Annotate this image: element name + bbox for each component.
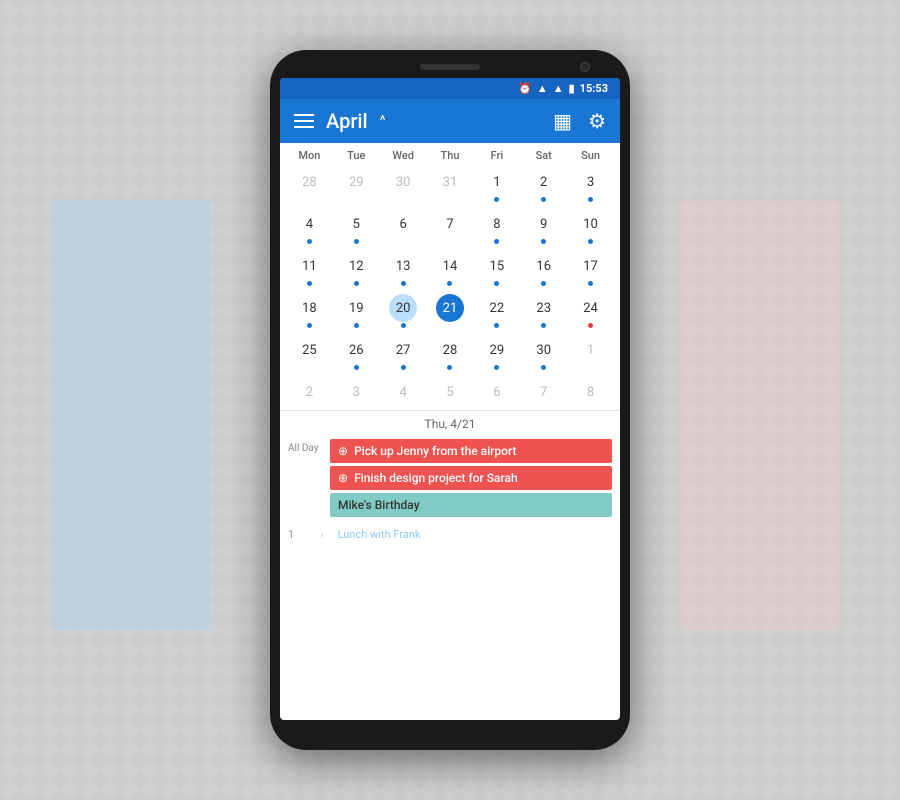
calendar-day[interactable]: 2	[520, 164, 567, 206]
calendar-day[interactable]: 8	[567, 374, 614, 410]
events-section: All Day ⊕ Pick up Jenny from the airport…	[280, 435, 620, 720]
shadow-right	[680, 200, 840, 630]
calendar-week-5: 25 26 27 28 29 30 1	[286, 332, 614, 374]
time-event-label-1[interactable]: Lunch with Frank	[332, 525, 427, 544]
event-label-2: Finish design project for Sarah	[354, 471, 518, 485]
calendar-day[interactable]: 7	[520, 374, 567, 410]
time-row-1: 1 › Lunch with Frank	[288, 525, 612, 544]
calendar-view-icon[interactable]: ▦	[553, 109, 572, 133]
calendar-day[interactable]: 8	[473, 206, 520, 248]
calendar-week-2: 4 5 6 7 8 9 10	[286, 206, 614, 248]
calendar-day[interactable]: 6	[380, 206, 427, 248]
day-header-sat: Sat	[520, 149, 567, 162]
chevron-right-icon: ›	[320, 528, 324, 542]
calendar-day[interactable]: 4	[286, 206, 333, 248]
calendar-day[interactable]: 12	[333, 248, 380, 290]
calendar-day[interactable]: 1	[473, 164, 520, 206]
phone-shell: ⏰ ▲ ▲ ▮ 15:53 April ^ ▦ ⚙	[270, 50, 630, 750]
time-label-1: 1	[288, 528, 312, 541]
hamburger-menu-icon[interactable]	[294, 114, 314, 128]
calendar-day[interactable]: 19	[333, 290, 380, 332]
day-headers: Mon Tue Wed Thu Fri Sat Sun	[286, 143, 614, 164]
calendar-day[interactable]: 23	[520, 290, 567, 332]
status-bar: ⏰ ▲ ▲ ▮ 15:53	[280, 78, 620, 99]
settings-icon[interactable]: ⚙	[588, 109, 606, 133]
calendar-day[interactable]: 13	[380, 248, 427, 290]
calendar-day[interactable]: 15	[473, 248, 520, 290]
calendar-day[interactable]: 30	[380, 164, 427, 206]
clock-display: 15:53	[580, 82, 608, 95]
day-header-thu: Thu	[427, 149, 474, 162]
day-header-tue: Tue	[333, 149, 380, 162]
status-icons: ⏰ ▲ ▲ ▮ 15:53	[518, 82, 608, 95]
chevron-up-icon[interactable]: ^	[380, 113, 386, 129]
toolbar-right: ▦ ⚙	[553, 109, 606, 133]
date-divider: Thu, 4/21	[280, 410, 620, 435]
toolbar-left: April ^	[294, 109, 385, 133]
calendar-day[interactable]: 7	[427, 206, 474, 248]
calendar-day[interactable]: 11	[286, 248, 333, 290]
day-header-wed: Wed	[380, 149, 427, 162]
calendar-day[interactable]: 29	[473, 332, 520, 374]
phone-screen: ⏰ ▲ ▲ ▮ 15:53 April ^ ▦ ⚙	[280, 78, 620, 720]
alarm-icon: ⏰	[518, 82, 532, 95]
day-header-mon: Mon	[286, 149, 333, 162]
all-day-row: All Day ⊕ Pick up Jenny from the airport…	[280, 435, 620, 521]
calendar-day[interactable]: 3	[333, 374, 380, 410]
event-birthday[interactable]: Mike's Birthday	[330, 493, 612, 517]
calendar-week-3: 11 12 13 14 15 16 17	[286, 248, 614, 290]
calendar-week-1: 28 29 30 31 1 2 3	[286, 164, 614, 206]
calendar-day[interactable]: 10	[567, 206, 614, 248]
calendar-day[interactable]: 28	[286, 164, 333, 206]
calendar-day[interactable]: 16	[520, 248, 567, 290]
event-finish-design[interactable]: ⊕ Finish design project for Sarah	[330, 466, 612, 490]
event-label-3: Mike's Birthday	[338, 498, 420, 512]
calendar-day[interactable]: 17	[567, 248, 614, 290]
calendar-week-4: 18 19 20 21 22 23 24	[286, 290, 614, 332]
calendar-day[interactable]: 18	[286, 290, 333, 332]
battery-icon: ▮	[569, 82, 575, 95]
day-header-sun: Sun	[567, 149, 614, 162]
calendar-day[interactable]: 31	[427, 164, 474, 206]
event-icon-1: ⊕	[338, 444, 348, 458]
calendar-weeks: 28 29 30 31 1 2 3 4 5 6 7 8 9 10	[286, 164, 614, 410]
phone-camera	[580, 62, 590, 72]
calendar-day-20[interactable]: 20	[380, 290, 427, 332]
signal-icon: ▲	[553, 82, 564, 95]
calendar-day[interactable]: 1	[567, 332, 614, 374]
calendar-day[interactable]: 24	[567, 290, 614, 332]
month-title: April	[326, 109, 368, 133]
phone-top-bar	[280, 64, 620, 78]
calendar-day[interactable]: 28	[427, 332, 474, 374]
event-pickup-jenny[interactable]: ⊕ Pick up Jenny from the airport	[330, 439, 612, 463]
calendar-day[interactable]: 5	[427, 374, 474, 410]
calendar-day[interactable]: 3	[567, 164, 614, 206]
calendar-day-today[interactable]: 21	[427, 290, 474, 332]
calendar-day[interactable]: 27	[380, 332, 427, 374]
event-icon-2: ⊕	[338, 471, 348, 485]
calendar-day[interactable]: 25	[286, 332, 333, 374]
all-day-events: ⊕ Pick up Jenny from the airport ⊕ Finis…	[330, 439, 612, 517]
calendar-day[interactable]: 6	[473, 374, 520, 410]
all-day-label: All Day	[288, 439, 324, 454]
calendar-week-6: 2 3 4 5 6 7 8	[286, 374, 614, 410]
calendar-day[interactable]: 29	[333, 164, 380, 206]
calendar-day[interactable]: 26	[333, 332, 380, 374]
shadow-left	[50, 200, 210, 630]
day-header-fri: Fri	[473, 149, 520, 162]
time-events: 1 › Lunch with Frank	[280, 521, 620, 548]
calendar-day[interactable]: 2	[286, 374, 333, 410]
calendar-day[interactable]: 22	[473, 290, 520, 332]
wifi-icon: ▲	[537, 82, 548, 95]
calendar-day[interactable]: 5	[333, 206, 380, 248]
calendar-grid: Mon Tue Wed Thu Fri Sat Sun 28 29 30 31 …	[280, 143, 620, 410]
event-label-1: Pick up Jenny from the airport	[354, 444, 516, 458]
calendar-day[interactable]: 14	[427, 248, 474, 290]
calendar-day[interactable]: 9	[520, 206, 567, 248]
calendar-day[interactable]: 30	[520, 332, 567, 374]
phone-speaker	[420, 64, 480, 70]
calendar-day[interactable]: 4	[380, 374, 427, 410]
app-toolbar: April ^ ▦ ⚙	[280, 99, 620, 143]
